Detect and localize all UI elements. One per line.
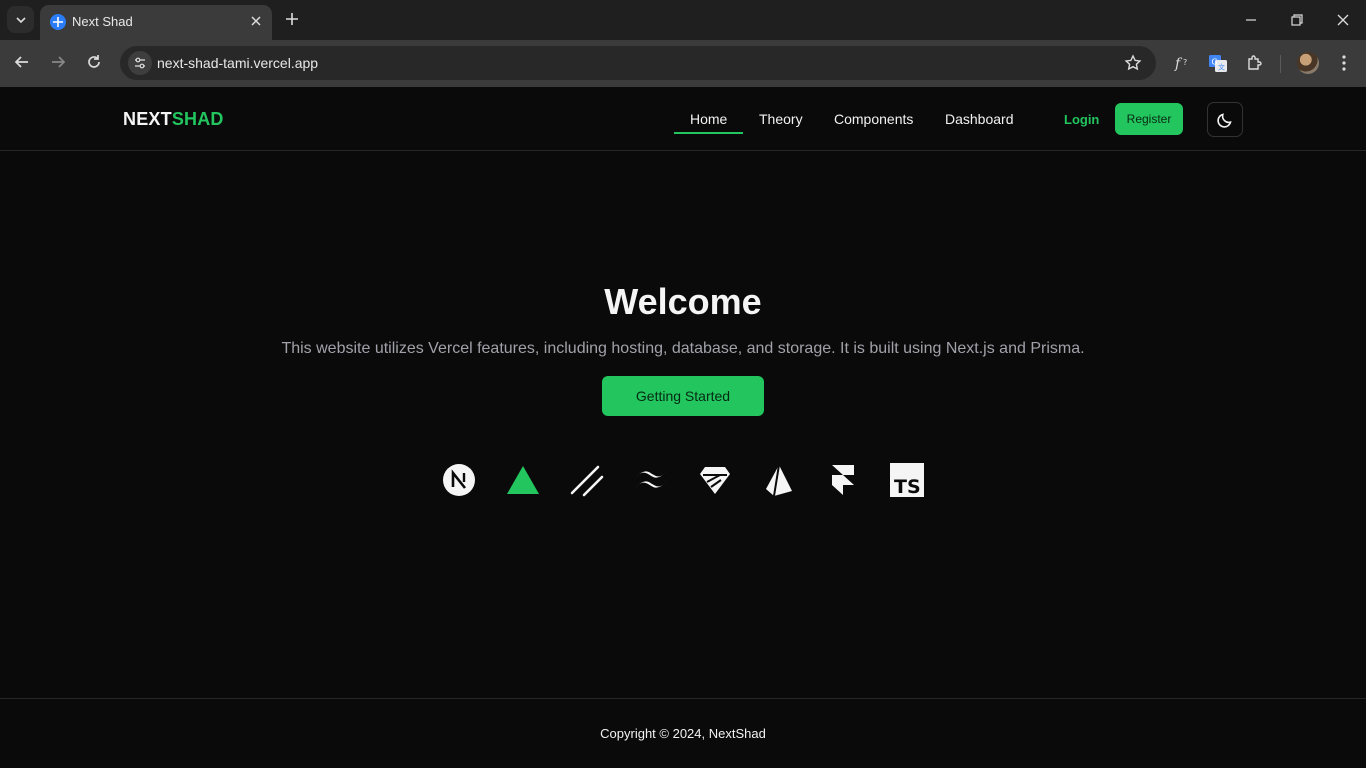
back-icon[interactable] [12,52,32,72]
register-button[interactable]: Register [1115,103,1183,135]
nav-components[interactable]: Components [834,111,913,127]
extensions-puzzle-icon[interactable] [1245,53,1265,73]
tune-icon [135,57,145,69]
moon-icon [1217,112,1232,128]
font-extension-icon[interactable]: f? [1172,53,1192,73]
address-bar[interactable]: next-shad-tami.vercel.app [120,46,1156,80]
site-footer: Copyright © 2024, NextShad [0,698,1366,768]
supabase-icon [700,467,730,494]
vercel-icon [507,466,539,494]
site-info-button[interactable] [128,51,152,75]
nextjs-icon [443,464,475,496]
reload-icon[interactable] [84,52,104,72]
logo-text-shad: SHAD [171,109,224,129]
hero-title: Welcome [604,281,762,322]
chevron-down-icon [15,16,26,23]
framer-icon [832,465,854,495]
tab-search-button[interactable] [7,6,34,33]
new-tab-icon[interactable] [283,10,301,28]
active-nav-indicator [674,132,743,134]
nav-theory[interactable]: Theory [759,111,803,127]
browser-toolbar: next-shad-tami.vercel.app f? G文 [0,40,1366,87]
url-text: next-shad-tami.vercel.app [157,55,319,71]
restore-icon[interactable] [1289,12,1305,28]
tailwind-icon [636,471,666,488]
nav-home[interactable]: Home [690,111,727,127]
page-viewport: NEXTSHAD Home Theory Components Dashboar… [0,87,1366,768]
site-header: NEXTSHAD Home Theory Components Dashboar… [0,87,1366,151]
forward-icon[interactable] [48,52,68,72]
profile-avatar[interactable] [1297,52,1319,74]
site-logo[interactable]: NEXTSHAD [123,109,224,130]
logo-text-next: NEXT [123,109,172,129]
window-close-icon[interactable] [1335,12,1351,28]
login-link[interactable]: Login [1064,112,1099,127]
google-translate-icon[interactable]: G文 [1208,53,1228,73]
shadcn-icon [570,465,604,497]
svg-text:f: f [1174,56,1183,72]
typescript-icon: TS [890,463,924,497]
more-menu-icon[interactable] [1335,53,1353,73]
svg-text:G: G [1212,58,1218,67]
toolbar-divider [1280,55,1281,73]
svg-text:文: 文 [1218,63,1225,72]
svg-text:TS: TS [894,476,921,497]
hero-subtitle: This website utilizes Vercel features, i… [281,340,1085,357]
copyright-text: Copyright © 2024, NextShad [600,726,766,741]
site-favicon-icon [50,14,66,30]
close-icon[interactable] [248,13,264,29]
browser-tab-strip: Next Shad [0,0,1366,40]
theme-toggle-button[interactable] [1207,102,1243,137]
getting-started-button[interactable]: Getting Started [602,376,764,416]
nav-dashboard[interactable]: Dashboard [945,111,1014,127]
svg-text:?: ? [1183,58,1187,67]
tab-title: Next Shad [72,14,133,29]
browser-tab[interactable]: Next Shad [40,5,272,40]
prisma-icon [766,464,792,497]
minimize-icon[interactable] [1243,12,1259,28]
bookmark-star-icon[interactable] [1124,54,1142,72]
